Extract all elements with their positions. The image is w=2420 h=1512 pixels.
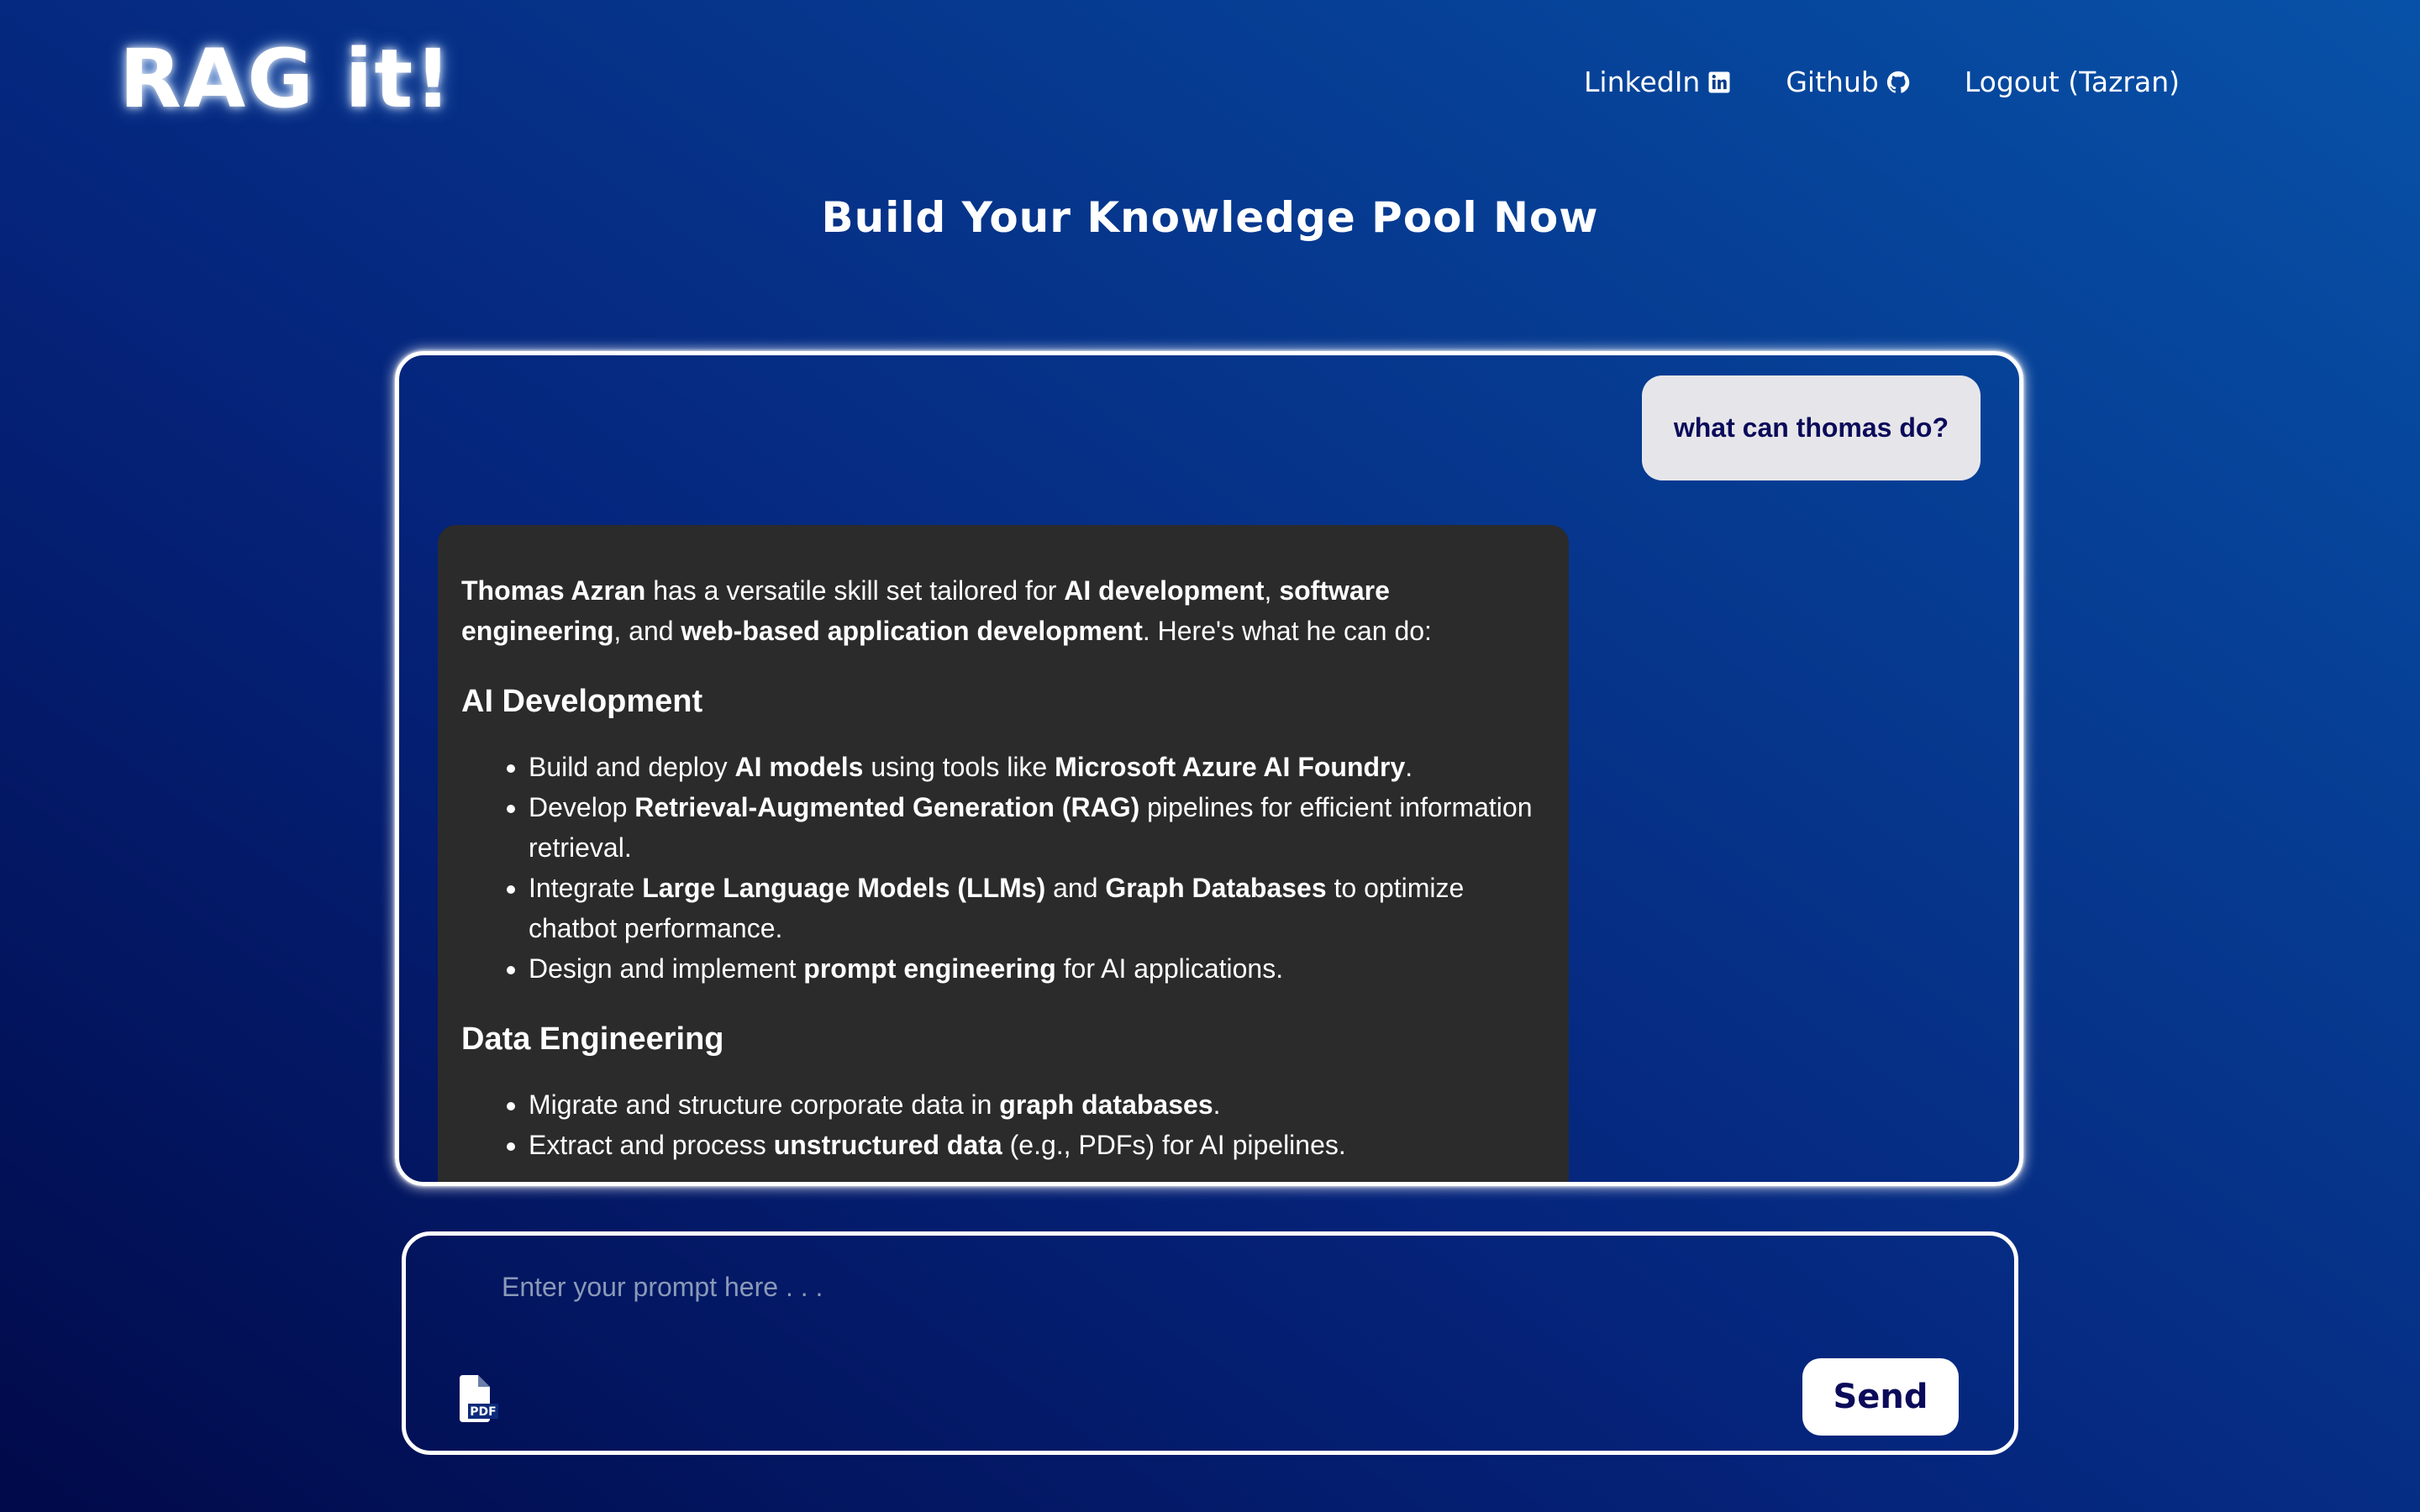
logout-label: Logout (Tazran) — [1964, 66, 2180, 98]
emphasis-text: Large Language Models (LLMs) — [642, 873, 1046, 903]
list-item: Design and implement prompt engineering … — [529, 948, 1545, 989]
emphasis-text: graph databases — [999, 1089, 1213, 1120]
text-run: Build and deploy — [529, 752, 735, 782]
pdf-icon-label: PDF — [470, 1405, 496, 1419]
text-run: Develop — [529, 792, 635, 822]
nav-linkedin-link[interactable]: LinkedIn — [1584, 66, 1732, 98]
assistant-bullet-list: Migrate and structure corporate data in … — [461, 1084, 1545, 1165]
assistant-message-bubble: Thomas Azran has a versatile skill set t… — [438, 525, 1569, 1182]
nav-github-link[interactable]: Github — [1786, 66, 1910, 98]
text-run: using tools like — [863, 752, 1055, 782]
text-run: (e.g., PDFs) for AI pipelines. — [1002, 1130, 1346, 1160]
text-run: . — [1405, 752, 1413, 782]
text-run: has a versatile skill set tailored for — [645, 575, 1065, 606]
prompt-box: PDF Send — [402, 1231, 2018, 1455]
list-item: Migrate and structure corporate data in … — [529, 1084, 1545, 1125]
list-item: Integrate Large Language Models (LLMs) a… — [529, 868, 1545, 948]
text-run: , — [1264, 575, 1280, 606]
assistant-section-title: Data Engineering — [461, 1021, 724, 1057]
assistant-bullet-list: Build and deploy AI models using tools l… — [461, 747, 1545, 989]
text-run: and — [1045, 873, 1106, 903]
list-item: Build and deploy AI models using tools l… — [529, 747, 1545, 787]
text-run: for AI applications. — [1055, 953, 1284, 984]
prompt-input[interactable] — [500, 1261, 1764, 1313]
chat-window[interactable]: what can thomas do? Thomas Azran has a v… — [395, 351, 2023, 1186]
list-item: Develop Retrieval-Augmented Generation (… — [529, 787, 1545, 868]
nav-linkedin-label: LinkedIn — [1584, 66, 1701, 98]
text-run: . — [1213, 1089, 1221, 1120]
emphasis-text: web-based application development — [681, 616, 1143, 646]
send-button[interactable]: Send — [1802, 1358, 1959, 1436]
logout-link[interactable]: Logout (Tazran) — [1965, 66, 2180, 98]
assistant-section-title: AI Development — [461, 684, 703, 719]
pdf-file-icon[interactable]: PDF — [456, 1375, 498, 1422]
text-run: Integrate — [529, 873, 643, 903]
user-message-bubble: what can thomas do? — [1641, 375, 1981, 480]
emphasis-text: AI development — [1064, 575, 1265, 606]
text-run: Design and implement — [529, 953, 804, 984]
list-item: Extract and process unstructured data (e… — [529, 1125, 1545, 1165]
assistant-sections: AI Development Build and deploy AI models… — [461, 681, 1545, 1165]
assistant-intro-paragraph: Thomas Azran has a versatile skill set t… — [461, 570, 1545, 651]
text-run: . Here's what he can do: — [1142, 616, 1432, 646]
text-run: , and — [613, 616, 681, 646]
text-run: Extract and process — [529, 1130, 774, 1160]
top-nav: LinkedIn Github Logout (Tazran) — [1584, 66, 2180, 98]
nav-github-label: Github — [1786, 66, 1879, 98]
linkedin-icon — [1708, 71, 1730, 92]
emphasis-text: Retrieval-Augmented Generation (RAG) — [634, 792, 1140, 822]
page-heading: Build Your Knowledge Pool Now — [821, 193, 1599, 242]
emphasis-text: Microsoft Azure AI Foundry — [1055, 752, 1406, 782]
emphasis-text: prompt engineering — [803, 953, 1056, 984]
text-run: Migrate and structure corporate data in — [529, 1089, 1000, 1120]
emphasis-text: unstructured data — [773, 1130, 1002, 1160]
emphasis-text: Graph Databases — [1105, 873, 1327, 903]
emphasis-text: AI models — [734, 752, 864, 782]
app-logo[interactable]: RAG it! — [119, 39, 453, 119]
emphasis-text: Thomas Azran — [461, 575, 646, 606]
github-icon — [1886, 71, 1910, 93]
